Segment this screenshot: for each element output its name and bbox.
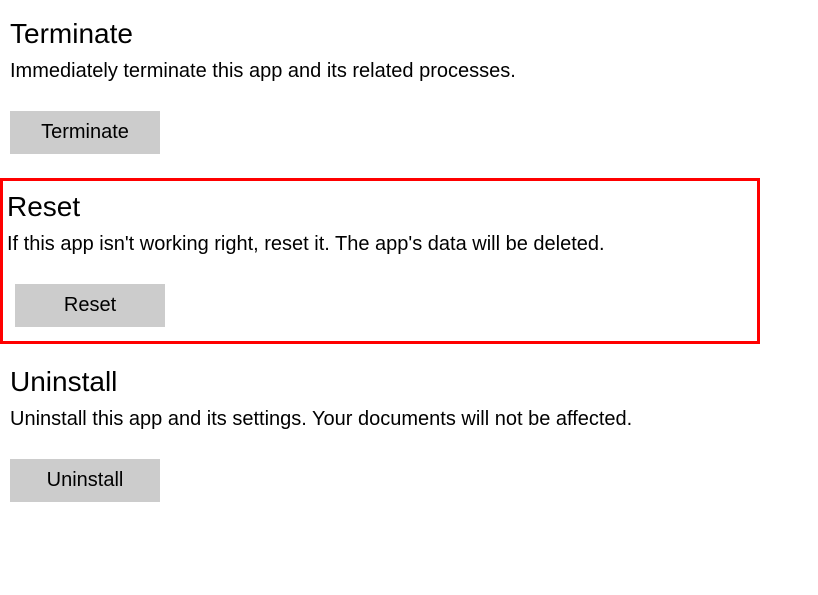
terminate-section: Terminate Immediately terminate this app… [0, 0, 818, 178]
reset-section: Reset If this app isn't working right, r… [0, 178, 760, 344]
uninstall-section: Uninstall Uninstall this app and its set… [0, 344, 818, 502]
terminate-heading: Terminate [10, 18, 808, 50]
terminate-button[interactable]: Terminate [10, 111, 160, 154]
reset-description: If this app isn't working right, reset i… [7, 233, 753, 256]
uninstall-button[interactable]: Uninstall [10, 459, 160, 502]
uninstall-heading: Uninstall [10, 366, 808, 398]
reset-heading: Reset [7, 191, 753, 223]
uninstall-description: Uninstall this app and its settings. You… [10, 408, 808, 431]
reset-button[interactable]: Reset [15, 284, 165, 327]
terminate-description: Immediately terminate this app and its r… [10, 60, 808, 83]
